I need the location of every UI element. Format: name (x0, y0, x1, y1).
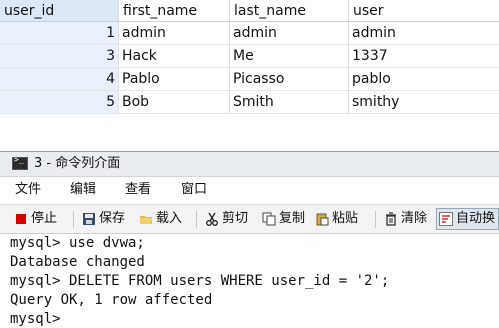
menu-window[interactable]: 窗口 (181, 181, 207, 199)
paste-button[interactable]: 粘贴 (315, 210, 358, 228)
table-row[interactable]: 1 admin admin admin (0, 22, 499, 45)
terminal-prompt[interactable]: mysql> (10, 310, 61, 328)
cell-user-id[interactable]: 1 (0, 22, 119, 45)
scissors-icon (205, 212, 219, 226)
menu-bar: 文件 编辑 查看 窗口 (0, 178, 499, 202)
cell-user-id[interactable]: 4 (0, 68, 119, 91)
cell-first-name[interactable]: Hack (119, 45, 230, 68)
toolbar-separator (196, 211, 197, 228)
terminal-line: mysql> DELETE FROM users WHERE user_id =… (10, 273, 390, 289)
result-grid: user_id first_name last_name user 1 admi… (0, 0, 499, 114)
toolbar-separator (73, 211, 74, 228)
menu-view[interactable]: 查看 (125, 181, 151, 199)
terminal-line: mysql> use dvwa; (10, 235, 145, 251)
load-button[interactable]: 载入 (139, 210, 182, 228)
cell-last-name[interactable]: Smith (230, 91, 349, 114)
grid-header-row: user_id first_name last_name user (0, 0, 499, 22)
cell-user-id[interactable]: 3 (0, 45, 119, 68)
paste-icon (315, 212, 329, 226)
cell-last-name[interactable]: admin (230, 22, 349, 45)
cell-user-id[interactable]: 5 (0, 91, 119, 114)
menu-edit[interactable]: 编辑 (70, 181, 96, 199)
column-header-first-name[interactable]: first_name (119, 0, 230, 22)
terminal-line: Query OK, 1 row affected (10, 292, 213, 308)
cell-user[interactable]: smithy (349, 91, 499, 114)
cell-user[interactable]: 1337 (349, 45, 499, 68)
cell-last-name[interactable]: Picasso (230, 68, 349, 91)
console-titlebar[interactable]: 3 - 命令列介面 (0, 152, 499, 177)
cell-first-name[interactable]: Pablo (119, 68, 230, 91)
cell-last-name[interactable]: Me (230, 45, 349, 68)
console-window: 3 - 命令列介面 文件 编辑 查看 窗口 停止 保存 载入 剪切 (0, 151, 499, 328)
terminal-icon (12, 155, 28, 170)
clear-button[interactable]: 清除 (384, 210, 427, 228)
cell-first-name[interactable]: Bob (119, 91, 230, 114)
stop-icon (14, 212, 28, 226)
table-row[interactable]: 3 Hack Me 1337 (0, 45, 499, 68)
terminal-output[interactable]: mysql> use dvwa; Database changed mysql>… (0, 234, 499, 328)
save-icon (82, 212, 96, 226)
folder-open-icon (139, 212, 153, 226)
column-header-last-name[interactable]: last_name (230, 0, 349, 22)
cell-user[interactable]: pablo (349, 68, 499, 91)
table-row[interactable]: 5 Bob Smith smithy (0, 91, 499, 114)
column-header-user[interactable]: user (349, 0, 499, 22)
console-title: 3 - 命令列介面 (34, 156, 121, 171)
copy-button[interactable]: 复制 (262, 210, 305, 228)
trash-icon (384, 212, 398, 226)
table-row[interactable]: 4 Pablo Picasso pablo (0, 68, 499, 91)
cell-user[interactable]: admin (349, 22, 499, 45)
cell-first-name[interactable]: admin (119, 22, 230, 45)
copy-icon (262, 212, 276, 226)
terminal-line: Database changed (10, 254, 145, 270)
wrap-icon (439, 212, 453, 226)
column-header-user-id[interactable]: user_id (0, 0, 119, 22)
toolbar-separator (375, 211, 376, 228)
console-toolbar: 停止 保存 载入 剪切 复制 粘贴 清除 自动换 (0, 204, 499, 234)
cut-button[interactable]: 剪切 (205, 210, 248, 228)
autowrap-button[interactable]: 自动换 (439, 210, 495, 228)
menu-file[interactable]: 文件 (15, 181, 41, 199)
save-button[interactable]: 保存 (82, 210, 125, 228)
stop-button[interactable]: 停止 (14, 210, 57, 228)
